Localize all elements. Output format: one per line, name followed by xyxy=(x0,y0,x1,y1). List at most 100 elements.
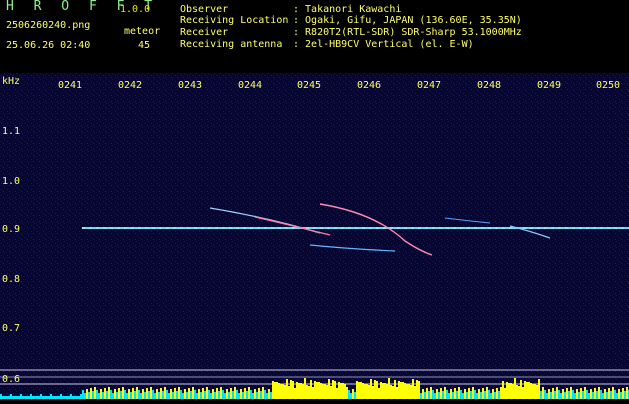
level-bar xyxy=(164,387,166,399)
level-bar xyxy=(156,389,158,399)
level-bar xyxy=(378,388,380,399)
level-bar xyxy=(224,393,226,399)
freq-label-0-7: 0.7 xyxy=(2,323,21,334)
file-name: 2506260240.png xyxy=(6,20,91,31)
level-bar xyxy=(234,387,236,399)
level-bar xyxy=(504,388,506,399)
level-bar xyxy=(94,387,96,399)
level-bar xyxy=(592,392,594,399)
level-bar xyxy=(436,389,438,399)
level-bar xyxy=(376,381,378,399)
level-bar xyxy=(210,393,212,399)
level-bar xyxy=(66,396,68,399)
level-bar xyxy=(452,392,454,399)
level-bar xyxy=(396,387,398,399)
level-bar xyxy=(588,393,590,399)
level-bar xyxy=(406,384,408,399)
level-bar xyxy=(364,384,366,399)
level-bar xyxy=(178,387,180,399)
level-bar xyxy=(58,396,60,399)
level-bar xyxy=(454,388,456,399)
level-bar xyxy=(100,389,102,399)
level-bar xyxy=(352,389,354,399)
level-bar xyxy=(68,396,70,399)
level-bar xyxy=(292,381,294,399)
level-bar xyxy=(434,393,436,399)
level-bar xyxy=(448,393,450,399)
level-bar xyxy=(330,386,332,399)
noise-background xyxy=(0,73,629,400)
level-bar xyxy=(354,392,356,399)
level-bar xyxy=(548,389,550,399)
level-bar xyxy=(138,390,140,399)
level-bar xyxy=(442,391,444,399)
level-bar xyxy=(490,393,492,399)
level-bar xyxy=(4,396,6,399)
level-bar xyxy=(346,387,348,399)
level-bar xyxy=(154,393,156,399)
level-bar xyxy=(598,387,600,399)
meteor-label: meteor xyxy=(124,26,161,37)
level-bar xyxy=(308,386,310,399)
level-bar xyxy=(56,396,58,399)
level-bar xyxy=(444,387,446,399)
level-bar xyxy=(192,387,194,399)
meteor-count: 45 xyxy=(138,40,151,51)
level-bar xyxy=(96,390,98,399)
level-bar xyxy=(486,387,488,399)
level-bar xyxy=(484,391,486,399)
level-bar xyxy=(514,378,516,399)
level-bar xyxy=(596,391,598,399)
level-bar xyxy=(544,390,546,399)
level-bar xyxy=(170,389,172,399)
level-bar xyxy=(350,393,352,399)
level-bar xyxy=(186,392,188,399)
level-bar xyxy=(326,385,328,399)
level-bar xyxy=(422,389,424,399)
freq-label-0-8: 0.8 xyxy=(2,274,21,285)
level-bar xyxy=(74,396,76,399)
level-bar xyxy=(122,387,124,399)
level-bar xyxy=(284,385,286,399)
spectrogram-panel xyxy=(0,73,629,400)
level-bar xyxy=(62,396,64,399)
level-bar xyxy=(612,387,614,399)
level-bar xyxy=(298,383,300,399)
level-bar xyxy=(252,393,254,399)
level-bar xyxy=(494,392,496,399)
level-bar xyxy=(296,382,298,399)
time-label-0241: 0241 xyxy=(58,80,83,91)
level-bar xyxy=(38,396,40,399)
level-bar xyxy=(36,396,38,399)
level-bar xyxy=(460,390,462,399)
level-bar xyxy=(412,379,414,399)
time-label-0248: 0248 xyxy=(477,80,502,91)
level-bar xyxy=(180,390,182,399)
level-bar xyxy=(162,391,164,399)
level-bar xyxy=(586,390,588,399)
level-bar xyxy=(262,387,264,399)
level-bar xyxy=(190,391,192,399)
level-bar xyxy=(372,386,374,399)
level-bar xyxy=(250,390,252,399)
info-value-location: : Ogaki, Gifu, JAPAN (136.60E, 35.35N) xyxy=(293,15,522,26)
level-bar xyxy=(230,388,232,399)
level-bar xyxy=(16,396,18,399)
level-bar xyxy=(474,390,476,399)
level-bar xyxy=(392,386,394,399)
info-value-observer: : Takanori Kawachi xyxy=(293,4,402,15)
level-bar xyxy=(430,387,432,399)
level-bar xyxy=(78,396,80,399)
level-bar xyxy=(426,388,428,399)
level-bar xyxy=(302,384,304,399)
level-bar xyxy=(34,396,36,399)
level-bar xyxy=(542,387,544,399)
level-bar xyxy=(232,391,234,399)
level-bar xyxy=(228,392,230,399)
level-bar xyxy=(446,390,448,399)
level-bar xyxy=(540,391,542,399)
level-bar xyxy=(394,380,396,399)
level-bar xyxy=(390,385,392,399)
level-bar xyxy=(370,379,372,399)
level-bar xyxy=(318,382,320,399)
